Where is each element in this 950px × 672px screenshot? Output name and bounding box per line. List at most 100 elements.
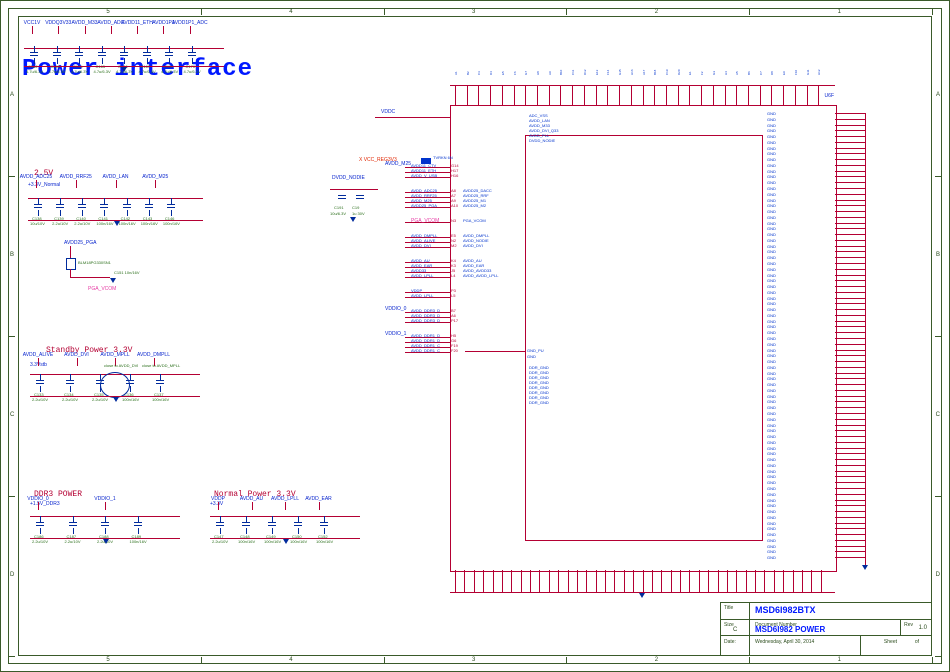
frame-row-C: C	[936, 412, 940, 418]
frame-col-3: 3	[472, 657, 475, 663]
dvdd-caps: DVDD_NODIE C191 C19 10u/6.3V 1u 30V	[330, 181, 390, 221]
ic-left-pin-AVDD_LPLL-3: AVDD_LPLL	[411, 273, 433, 278]
ic-top-pin-29: F10	[794, 70, 798, 75]
capval-C148: 100n/16V	[238, 539, 255, 544]
ic-gnd-35: GND	[767, 313, 776, 318]
capval-C163: 4.7u/6.3V	[49, 69, 66, 74]
ic-gnd-69: GND	[767, 509, 776, 514]
capval-C141: 100n/16V	[96, 221, 113, 226]
ic-top-pin-1: B2	[466, 71, 470, 75]
ic-gnd-54: GND	[767, 423, 776, 428]
frame-col-1: 1	[838, 9, 841, 15]
ic-top-pin-2: C3	[477, 71, 481, 75]
ic-gnd-24: GND	[767, 249, 776, 254]
capval-C135: 2.2u/10V	[92, 397, 108, 402]
ic-gnd-58: GND	[767, 446, 776, 451]
frame-row-D: D	[10, 572, 14, 578]
fb-branch: AVDD25_PGA BLM18PG330SN1 C151 10n/16V PG…	[54, 240, 174, 290]
group-normal33: +3.3V VDDPAVDD_AUAVDD_LPLLAVDD_EAR C1472…	[210, 498, 360, 554]
dvdd-label: DVDD_NODIE	[332, 175, 365, 181]
ic-gnd-72: GND	[767, 526, 776, 531]
ic-top-pin-12: E13	[595, 70, 599, 75]
ic-gnd-61: GND	[767, 463, 776, 468]
ic-gnd-41: GND	[767, 348, 776, 353]
ic-gnd-1: GND	[767, 117, 776, 122]
ic-gnd-37: GND	[767, 324, 776, 329]
capval-C140: 2.2u/10V	[74, 221, 90, 226]
schematic-sheet: // we'll populate ticks after data loads…	[0, 0, 950, 672]
capval-C143: 100n/16V	[141, 221, 158, 226]
ic-gnd-8: GND	[767, 157, 776, 162]
tb-size: C	[733, 627, 737, 633]
ic-left-pin-AVDD_DDR3_D-2: AVDD_DDR3_D	[411, 318, 440, 323]
ic-gnd-15: GND	[767, 198, 776, 203]
frame-row-C: C	[10, 412, 14, 418]
capval-C142: 100n/16V	[119, 221, 136, 226]
dvdd-v1: 10u/6.3V	[330, 211, 346, 216]
tb-doc: MSD6I982 POWER	[755, 625, 825, 634]
ic-left-out-AVDD_AVDD_LPLL: AVDD_AVDD_LPLL	[463, 273, 498, 278]
ic-top-pin-8: A9	[548, 71, 552, 75]
ic-gnd-70: GND	[767, 515, 776, 520]
tb-rev: 1.0	[919, 625, 927, 631]
ic-gnd-44: GND	[767, 365, 776, 370]
ic-gnd-23: GND	[767, 244, 776, 249]
ic-top-pin-17: B18	[653, 70, 657, 75]
ic-left-pin-AVDD_V_USB-2: AVDD_V_USB	[411, 173, 437, 178]
ic-gnd-11: GND	[767, 174, 776, 179]
stb-note-1: close to AVDD_MPLL	[142, 363, 180, 368]
ic-gnd-48: GND	[767, 388, 776, 393]
ic-gnd-25: GND	[767, 255, 776, 260]
ic-gnd-5: GND	[767, 140, 776, 145]
dvdd-c2: C19	[352, 205, 359, 210]
ic-gnd-43: GND	[767, 359, 776, 364]
tb-sheet-label: Sheet	[884, 639, 897, 645]
ddr-gnd-7: DDR_GND	[529, 400, 549, 405]
ic-gnd-33: GND	[767, 301, 776, 306]
ic-left-out-AVDD_DVI: AVDD_DVI	[463, 243, 483, 248]
title-block: Title MSD6I982BTX Size C Document Number…	[720, 602, 932, 656]
frame-col-4: 4	[289, 657, 292, 663]
ic-gnd-16: GND	[767, 203, 776, 208]
ic-gnd-0: GND	[767, 111, 776, 116]
gnd-pu: GND_PU	[527, 348, 544, 353]
capval-C134: 2.2u/10V	[62, 397, 78, 402]
group-top-rail: VCC1VVDDQ3V33AVDD_M33AVDD_ADCAVDD11_ETHA…	[24, 22, 224, 74]
capval-C133: 2.2u/10V	[32, 397, 48, 402]
ic-gnd-27: GND	[767, 267, 776, 272]
gnd-g: GND	[527, 354, 536, 359]
capval-C187: 2.2u/10V	[65, 539, 81, 544]
ic-gnd-28: GND	[767, 273, 776, 278]
frame-col-3: 3	[472, 9, 475, 15]
ic-gnd-32: GND	[767, 296, 776, 301]
ic-gnd-29: GND	[767, 278, 776, 283]
ic-gnd-2: GND	[767, 123, 776, 128]
ic-gnd-36: GND	[767, 319, 776, 324]
frame-col-2: 2	[655, 657, 658, 663]
ic-gnd-34: GND	[767, 307, 776, 312]
ic-top-pin-30: G11	[806, 70, 810, 75]
in-25v: +3.3V_Normal	[28, 182, 60, 188]
ic-top-pin-26: C7	[759, 71, 763, 75]
ic-top-pin-19: D20	[677, 69, 681, 75]
dvdd-c1: C191	[334, 205, 344, 210]
ic-gnd-22: GND	[767, 238, 776, 243]
ic-gnd-52: GND	[767, 411, 776, 416]
ic-top-pin-21: F2	[700, 71, 704, 75]
ic-top-pin-31: H12	[817, 69, 821, 75]
capval-C189: 100n/16V	[130, 539, 147, 544]
frame-col-5: 5	[106, 9, 109, 15]
fb-cap: C151 10n/16V	[114, 270, 140, 275]
ic-gnd-67: GND	[767, 498, 776, 503]
ic-gnd-26: GND	[767, 261, 776, 266]
capval-C165: 4.7u/6.3V	[94, 69, 111, 74]
ic-gnd-4: GND	[767, 134, 776, 139]
ic-top-pin-14: G15	[618, 69, 622, 75]
ic-gnd-38: GND	[767, 330, 776, 335]
ic-top-pin-28: E9	[782, 71, 786, 75]
ic-gnd-53: GND	[767, 417, 776, 422]
ic-ref: U6F	[825, 93, 834, 99]
ic-gnd-49: GND	[767, 394, 776, 399]
fb-part: BLM18PG330SN1	[78, 260, 111, 265]
vddc-label: VDDC	[381, 109, 395, 115]
